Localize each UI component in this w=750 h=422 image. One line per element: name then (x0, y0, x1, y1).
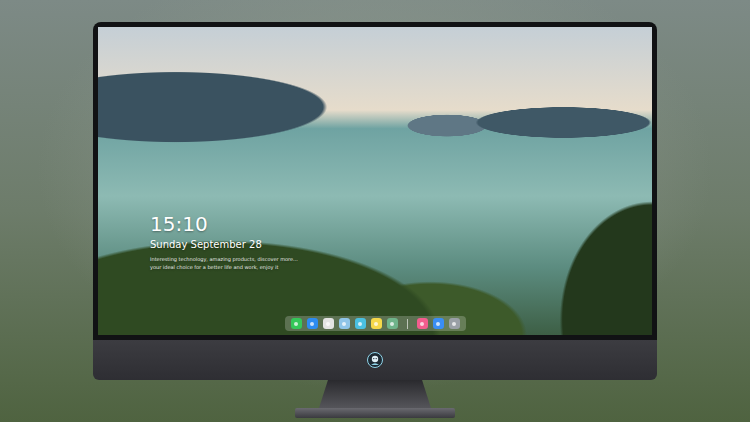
dock-app-icon[interactable] (291, 318, 302, 329)
clock-widget: 15:10 Sunday September 28 Interesting tech… (150, 212, 644, 270)
lock-screen: 15:10 Sunday September 28 Interesting tech… (98, 27, 652, 335)
clock-date: Sunday September 28 (150, 238, 644, 251)
dock-divider (407, 319, 408, 329)
dock-app-icon[interactable] (417, 318, 428, 329)
app-glyph-icon (293, 321, 299, 327)
dock-app-icon[interactable] (449, 318, 460, 329)
dock-app-icon[interactable] (387, 318, 398, 329)
dock-app-icon[interactable] (323, 318, 334, 329)
caption-line: Interesting technology, amazing products… (150, 256, 644, 262)
dock-app-icon[interactable] (339, 318, 350, 329)
monitor-chin (93, 340, 657, 380)
monitor-stand-base (295, 408, 455, 418)
brand-logo-icon (367, 352, 383, 368)
dock-app-icon[interactable] (433, 318, 444, 329)
dock-app-icon[interactable] (355, 318, 366, 329)
dock (285, 316, 466, 331)
app-glyph-icon (373, 321, 379, 327)
caption-line: your ideal choice for a better life and … (150, 264, 644, 270)
app-glyph-icon (435, 321, 441, 327)
app-glyph-icon (309, 321, 315, 327)
page: 15:10 Sunday September 28 Interesting tech… (0, 0, 750, 422)
dock-row (106, 316, 644, 331)
app-glyph-icon (389, 321, 395, 327)
monitor-stand-neck (319, 380, 431, 408)
dock-app-icon[interactable] (371, 318, 382, 329)
monitor-bezel: 15:10 Sunday September 28 Interesting tech… (93, 22, 657, 340)
app-glyph-icon (357, 321, 363, 327)
app-glyph-icon (419, 321, 425, 327)
dock-app-icon[interactable] (307, 318, 318, 329)
clock-time: 15:10 (150, 212, 644, 236)
app-glyph-icon (325, 321, 331, 327)
app-glyph-icon (341, 321, 347, 327)
app-glyph-icon (451, 321, 457, 327)
